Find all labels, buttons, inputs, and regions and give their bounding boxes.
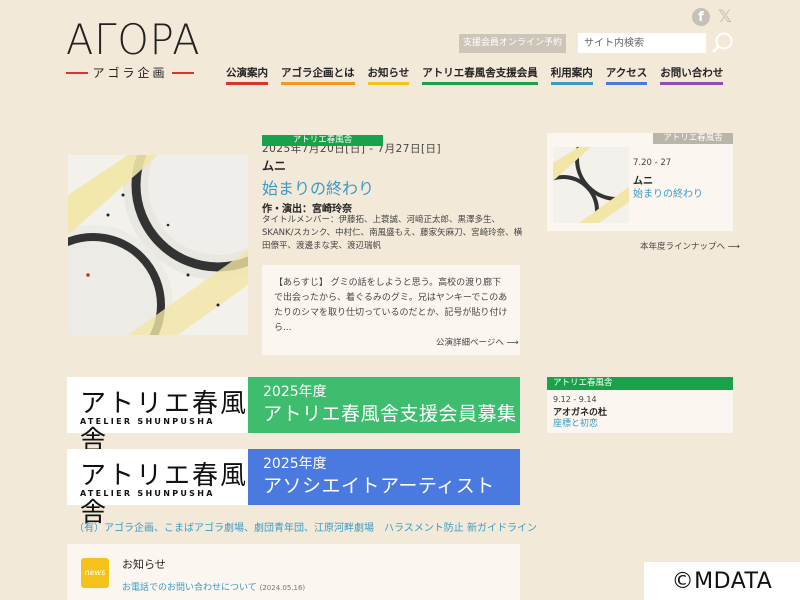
atelier-logo-roman: ATELIER SHUNPUSHA bbox=[80, 417, 215, 426]
atelier-logo-roman: ATELIER SHUNPUSHA bbox=[80, 489, 215, 498]
featured-members: タイトルメンバー：伊藤拓、上蓑誠、河﨑正太郎、黒澤多生、SKANK/スカンク、中… bbox=[262, 215, 523, 251]
harassment-guideline-link[interactable]: （有）アゴラ企画、こまばアゴラ劇場、劇団青年団、江原河畔劇場 ハラスメント防止 … bbox=[74, 519, 537, 534]
featured-title[interactable]: ムニ bbox=[262, 157, 286, 174]
news-item[interactable]: お電話でのお問い合わせについて (2024.05.16) bbox=[122, 580, 305, 593]
featured-subtitle[interactable]: 始まりの終わり bbox=[262, 175, 374, 199]
logo-bar-left bbox=[66, 71, 88, 74]
banner-title: アソシエイトアーティスト bbox=[263, 475, 495, 497]
nav-item-3[interactable]: アトリエ春風舎支援会員 bbox=[422, 64, 538, 85]
arrow-right-icon: ⟶ bbox=[506, 338, 519, 348]
watermark: ©MDATA bbox=[644, 562, 800, 600]
side-event2-date: 9.12 - 9.14 bbox=[553, 395, 597, 404]
banner-year: 2025年度 bbox=[263, 456, 327, 472]
nav-item-1[interactable]: アゴラ企画とは bbox=[281, 64, 355, 85]
nav-item-6[interactable]: お問い合わせ bbox=[660, 64, 724, 85]
side-event-date: 7.20 - 27 bbox=[633, 158, 672, 168]
side-event2-subtitle[interactable]: 座標と初恋 bbox=[553, 416, 598, 429]
search-input[interactable] bbox=[578, 33, 706, 53]
associate-artist-banner[interactable]: アトリエ春風舎 ATELIER SHUNPUSHA 2025年度 アソシエイトア… bbox=[67, 449, 520, 528]
lineup-link[interactable]: 本年度ラインナップへ ⟶ bbox=[640, 240, 740, 252]
nav-item-2[interactable]: お知らせ bbox=[367, 64, 410, 85]
performance-detail-link[interactable]: 公演詳細ページへ ⟶ bbox=[436, 336, 519, 348]
nav-item-5[interactable]: アクセス bbox=[605, 64, 648, 85]
news-icon: news bbox=[81, 558, 109, 588]
news-heading: お知らせ bbox=[122, 558, 166, 571]
nav-item-0[interactable]: 公演案内 bbox=[226, 64, 268, 85]
featured-venue-tag: アトリエ春風舎 bbox=[262, 135, 383, 146]
facebook-icon[interactable]: f bbox=[692, 8, 710, 26]
x-twitter-icon[interactable]: 𝕏 bbox=[716, 8, 734, 26]
lineup-link-label: 本年度ラインナップへ bbox=[640, 242, 726, 252]
atelier-logo: アトリエ春風舎 ATELIER SHUNPUSHA bbox=[67, 449, 248, 528]
performance-detail-label: 公演詳細ページへ bbox=[436, 338, 504, 348]
news-item-date: (2024.05.16) bbox=[259, 584, 306, 592]
side-event2-tag: アトリエ春風舎 bbox=[547, 377, 733, 390]
logo-subtitle: アゴラ企画 bbox=[66, 64, 194, 81]
atelier-logo: アトリエ春風舎 ATELIER SHUNPUSHA bbox=[67, 377, 248, 456]
news-item-title: お電話でのお問い合わせについて bbox=[122, 583, 257, 593]
supporter-banner[interactable]: アトリエ春風舎 ATELIER SHUNPUSHA 2025年度 アトリエ春風舎… bbox=[67, 377, 520, 456]
nav-item-4[interactable]: 利用案内 bbox=[550, 64, 593, 85]
featured-author: 作・演出：宮崎玲奈 bbox=[262, 204, 352, 215]
banner-title: アトリエ春風舎支援会員募集 bbox=[263, 403, 517, 425]
featured-poster-image[interactable] bbox=[68, 155, 248, 335]
logo-subtitle-text: アゴラ企画 bbox=[92, 66, 168, 80]
search-icon[interactable] bbox=[710, 30, 736, 56]
main-nav: 公演案内 アゴラ企画とは お知らせ アトリエ春風舎支援会員 利用案内 アクセス お問い合わせ bbox=[226, 64, 724, 85]
side-event-thumbnail[interactable] bbox=[553, 147, 629, 223]
logo-bar-right bbox=[171, 71, 194, 74]
side-event-tag: アトリエ春風舎 bbox=[653, 133, 733, 144]
side-event-subtitle[interactable]: 始まりの終わり bbox=[633, 185, 703, 200]
arrow-right-icon: ⟶ bbox=[727, 242, 740, 252]
online-booking-button[interactable]: 支援会員オンライン予約 bbox=[459, 34, 566, 53]
banner-year: 2025年度 bbox=[263, 384, 327, 400]
logo[interactable]: AΓOPA bbox=[66, 16, 200, 64]
